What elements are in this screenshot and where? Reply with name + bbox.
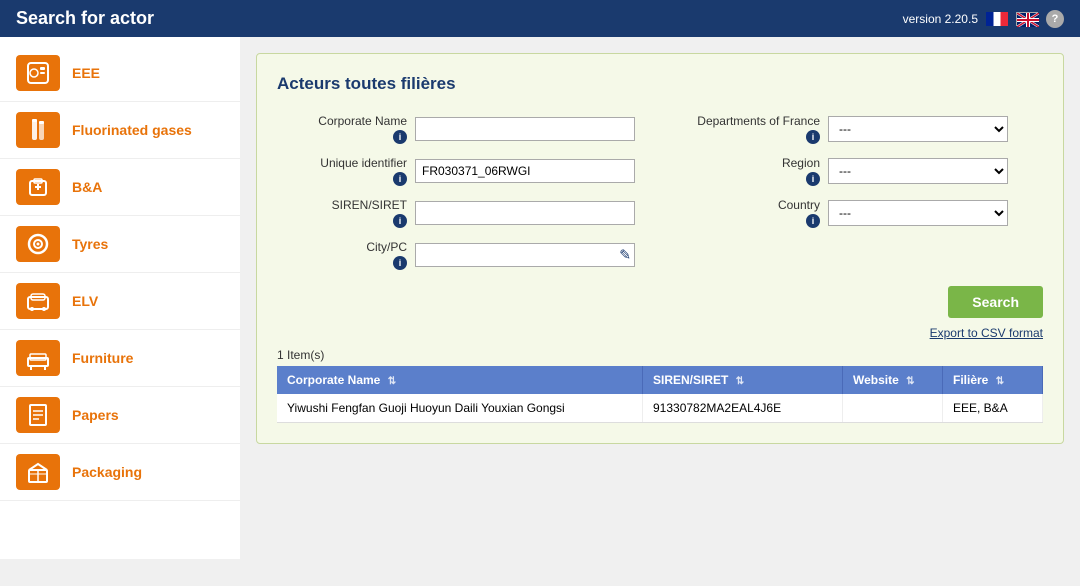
sidebar-item-packaging[interactable]: Packaging [0, 444, 240, 501]
sort-icon-corporate-name: ⇅ [388, 376, 396, 387]
sidebar-item-eee-label: EEE [72, 65, 100, 81]
sort-icon-filiere: ⇅ [996, 376, 1004, 387]
furniture-icon [16, 340, 60, 376]
table-header: Corporate Name ⇅ SIREN/SIRET ⇅ Website ⇅ [277, 366, 1043, 394]
search-box: Acteurs toutes filières Corporate Name i [256, 53, 1064, 444]
search-button-row: Search [277, 286, 1043, 318]
city-pc-row: City/PC i ✎ [277, 240, 640, 270]
help-icon[interactable]: ? [1046, 10, 1064, 28]
table-body: Yiwushi Fengfan Guoji Huoyun Daili Youxi… [277, 394, 1043, 423]
corporate-name-label: Corporate Name [318, 114, 407, 128]
region-select[interactable]: --- [828, 158, 1008, 184]
sidebar-item-elv[interactable]: ELV [0, 273, 240, 330]
sidebar: EEE Fluorinated gases [0, 37, 240, 559]
sidebar-item-fluorinated[interactable]: Fluorinated gases [0, 102, 240, 159]
country-row: Country i --- [680, 198, 1043, 228]
packaging-icon [16, 454, 60, 490]
results-table: Corporate Name ⇅ SIREN/SIRET ⇅ Website ⇅ [277, 366, 1043, 423]
export-csv-link[interactable]: Export to CSV format [930, 326, 1043, 340]
siren-siret-row: SIREN/SIRET i [277, 198, 640, 228]
flag-fr-icon[interactable] [986, 12, 1008, 26]
sidebar-item-bna-label: B&A [72, 179, 102, 195]
region-row: Region i --- [680, 156, 1043, 186]
content-area: Acteurs toutes filières Corporate Name i [240, 37, 1080, 559]
sidebar-item-fluorinated-label: Fluorinated gases [72, 122, 192, 138]
sidebar-item-eee[interactable]: EEE [0, 45, 240, 102]
cell-website [843, 394, 943, 423]
col-corporate-name[interactable]: Corporate Name ⇅ [277, 366, 643, 394]
sidebar-item-packaging-label: Packaging [72, 464, 142, 480]
col-website[interactable]: Website ⇅ [843, 366, 943, 394]
page-title: Search for actor [16, 8, 154, 29]
elv-icon [16, 283, 60, 319]
city-pc-info-icon[interactable]: i [393, 256, 407, 270]
city-pc-input[interactable] [415, 243, 635, 267]
siren-siret-input[interactable] [415, 201, 635, 225]
corporate-name-input[interactable] [415, 117, 635, 141]
item-count: 1 Item(s) [277, 348, 1043, 362]
unique-identifier-row: Unique identifier i [277, 156, 640, 186]
sidebar-item-papers-label: Papers [72, 407, 119, 423]
departments-info-icon[interactable]: i [806, 130, 820, 144]
sidebar-item-papers[interactable]: Papers [0, 387, 240, 444]
corporate-name-row: Corporate Name i [277, 114, 640, 144]
city-pc-edit-icon[interactable]: ✎ [619, 247, 631, 264]
version-text: version 2.20.5 [903, 12, 978, 26]
departments-select[interactable]: --- [828, 116, 1008, 142]
sidebar-item-bna[interactable]: B&A [0, 159, 240, 216]
cell-siren-siret: 91330782MA2EAL4J6E [643, 394, 843, 423]
form-right: Departments of France i --- Region i [680, 114, 1043, 270]
cell-filiere: EEE, B&A [943, 394, 1043, 423]
export-row: Export to CSV format [277, 326, 1043, 340]
header: Search for actor version 2.20.5 ? [0, 0, 1080, 37]
sidebar-item-tyres-label: Tyres [72, 236, 108, 252]
form-left: Corporate Name i Unique identifier i [277, 114, 640, 270]
bna-icon [16, 169, 60, 205]
city-pc-input-wrap: ✎ [415, 243, 635, 267]
main-layout: EEE Fluorinated gases [0, 37, 1080, 559]
unique-identifier-input[interactable] [415, 159, 635, 183]
country-label: Country [778, 198, 820, 212]
siren-siret-info-icon[interactable]: i [393, 214, 407, 228]
table-row[interactable]: Yiwushi Fengfan Guoji Huoyun Daili Youxi… [277, 394, 1043, 423]
unique-identifier-label: Unique identifier [320, 156, 407, 170]
col-filiere[interactable]: Filière ⇅ [943, 366, 1043, 394]
sidebar-item-furniture[interactable]: Furniture [0, 330, 240, 387]
search-button[interactable]: Search [948, 286, 1043, 318]
col-siren-siret[interactable]: SIREN/SIRET ⇅ [643, 366, 843, 394]
region-label: Region [782, 156, 820, 170]
sort-icon-website: ⇅ [906, 376, 914, 387]
siren-siret-label: SIREN/SIRET [332, 198, 407, 212]
tyres-icon [16, 226, 60, 262]
country-info-icon[interactable]: i [806, 214, 820, 228]
eee-icon [16, 55, 60, 91]
fluorinated-icon [16, 112, 60, 148]
city-pc-label: City/PC [366, 240, 407, 254]
flag-gb-icon[interactable] [1016, 12, 1038, 26]
section-title: Acteurs toutes filières [277, 74, 1043, 94]
region-info-icon[interactable]: i [806, 172, 820, 186]
cell-corporate-name: Yiwushi Fengfan Guoji Huoyun Daili Youxi… [277, 394, 643, 423]
sidebar-item-tyres[interactable]: Tyres [0, 216, 240, 273]
sidebar-item-elv-label: ELV [72, 293, 98, 309]
header-right: version 2.20.5 ? [903, 10, 1064, 28]
papers-icon [16, 397, 60, 433]
search-form: Corporate Name i Unique identifier i [277, 114, 1043, 270]
departments-row: Departments of France i --- [680, 114, 1043, 144]
unique-identifier-info-icon[interactable]: i [393, 172, 407, 186]
corporate-name-info-icon[interactable]: i [393, 130, 407, 144]
departments-label: Departments of France [697, 114, 820, 128]
sort-icon-siren: ⇅ [736, 376, 744, 387]
sidebar-item-furniture-label: Furniture [72, 350, 133, 366]
country-select[interactable]: --- [828, 200, 1008, 226]
